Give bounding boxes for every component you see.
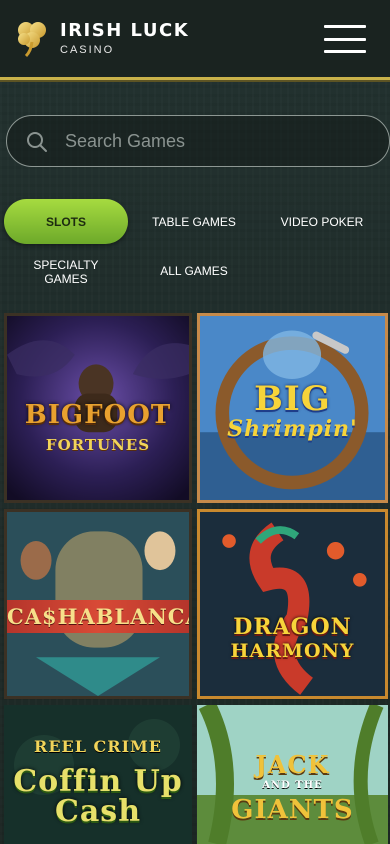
- game-tile-reel-crime[interactable]: REEL CRIME Coffin Up Cash: [4, 705, 192, 844]
- game-title: BIGFOOT: [24, 400, 172, 430]
- game-subtitle: AND THE: [262, 780, 323, 791]
- game-title: DRAGON: [233, 614, 352, 640]
- search-input[interactable]: [65, 116, 365, 166]
- site-header: IRISH LUCK CASINO: [0, 0, 390, 80]
- brand-subtitle: CASINO: [60, 44, 115, 56]
- game-tile-jack-and-the-giants[interactable]: JACK AND THE GIANTS: [197, 705, 388, 844]
- tab-all-games[interactable]: ALL GAMES: [134, 261, 254, 281]
- game-title: CA$HABLANCA: [7, 600, 189, 633]
- game-tile-bigfoot-fortunes[interactable]: BIGFOOT FORTUNES: [4, 313, 192, 503]
- tab-slots[interactable]: SLOTS: [4, 199, 128, 244]
- brand[interactable]: IRISH LUCK CASINO: [60, 20, 190, 57]
- game-subtitle-2: GIANTS: [231, 795, 354, 825]
- hamburger-menu-icon[interactable]: [324, 25, 366, 53]
- tab-video-poker[interactable]: VIDEO POKER: [262, 212, 382, 232]
- tab-specialty-games[interactable]: SPECIALTY GAMES: [26, 256, 106, 288]
- game-title: JACK: [255, 750, 330, 779]
- game-subtitle: HARMONY: [230, 640, 355, 662]
- game-title: REEL CRIME: [34, 737, 162, 756]
- game-tile-cashablanca[interactable]: CA$HABLANCA: [4, 509, 192, 699]
- game-subtitle: Coffin Up Cash: [13, 764, 183, 829]
- search-icon: [27, 132, 47, 152]
- game-title: BIG: [254, 379, 331, 419]
- game-tile-big-shrimpin[interactable]: BIG Shrimpin': [197, 313, 388, 503]
- game-tile-dragon-harmony[interactable]: DRAGON HARMONY: [197, 509, 388, 699]
- tab-table-games[interactable]: TABLE GAMES: [134, 212, 254, 232]
- shamrock-icon[interactable]: [14, 18, 50, 58]
- game-subtitle: Shrimpin': [227, 416, 358, 442]
- search-bar: [6, 115, 390, 167]
- game-subtitle: FORTUNES: [45, 436, 151, 454]
- brand-title: IRISH LUCK: [60, 20, 190, 41]
- dragon-harmony-artwork: [200, 512, 385, 696]
